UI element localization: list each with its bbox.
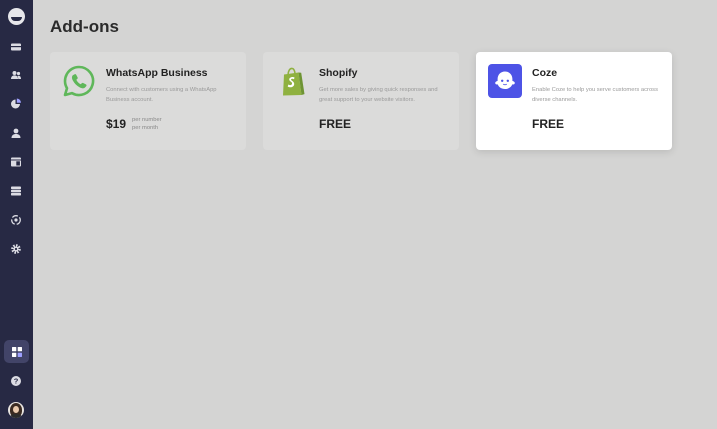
- price-note-line1: per number: [132, 117, 162, 123]
- addon-price: FREE: [532, 117, 565, 131]
- agents-icon[interactable]: [9, 126, 23, 140]
- addon-price-note: per number per month: [132, 116, 162, 132]
- whatsapp-icon: [62, 64, 96, 98]
- settings-gear-icon[interactable]: [9, 242, 23, 256]
- shopify-icon: [275, 64, 309, 98]
- addon-title: Coze: [532, 67, 558, 79]
- addon-price: FREE: [319, 117, 352, 131]
- sidebar: ?: [0, 0, 33, 429]
- page-title: Add-ons: [50, 17, 119, 36]
- addon-title: Shopify: [319, 67, 358, 79]
- addon-price: $19: [106, 117, 127, 131]
- addon-description: Enable Coze to help you serve customers …: [532, 87, 658, 103]
- add-ons-grid-icon: [11, 346, 22, 357]
- help-icon[interactable]: ?: [9, 374, 23, 388]
- reports-icon[interactable]: [9, 97, 23, 111]
- addon-description: Get more sales by giving quick responses…: [319, 87, 438, 103]
- user-avatar[interactable]: [8, 402, 24, 418]
- widgets-icon[interactable]: [9, 155, 23, 169]
- addon-card-whatsapp[interactable]: WhatsApp Business Connect with customers…: [50, 52, 246, 150]
- sidebar-item-add-ons[interactable]: [4, 340, 29, 363]
- inbox-icon[interactable]: [9, 40, 23, 54]
- addon-description: Connect with customers using a WhatsApp …: [106, 87, 217, 103]
- price-note-line2: per month: [132, 125, 159, 131]
- database-icon[interactable]: [9, 184, 23, 198]
- svg-text:?: ?: [14, 377, 19, 386]
- contacts-icon[interactable]: [9, 68, 23, 82]
- brand-logo[interactable]: [8, 8, 25, 25]
- integrations-icon[interactable]: [9, 213, 23, 227]
- addon-card-coze[interactable]: Coze Enable Coze to help you serve custo…: [476, 52, 672, 150]
- addon-card-shopify[interactable]: Shopify Get more sales by giving quick r…: [263, 52, 459, 150]
- coze-icon: [488, 64, 522, 98]
- addon-title: WhatsApp Business: [106, 67, 208, 79]
